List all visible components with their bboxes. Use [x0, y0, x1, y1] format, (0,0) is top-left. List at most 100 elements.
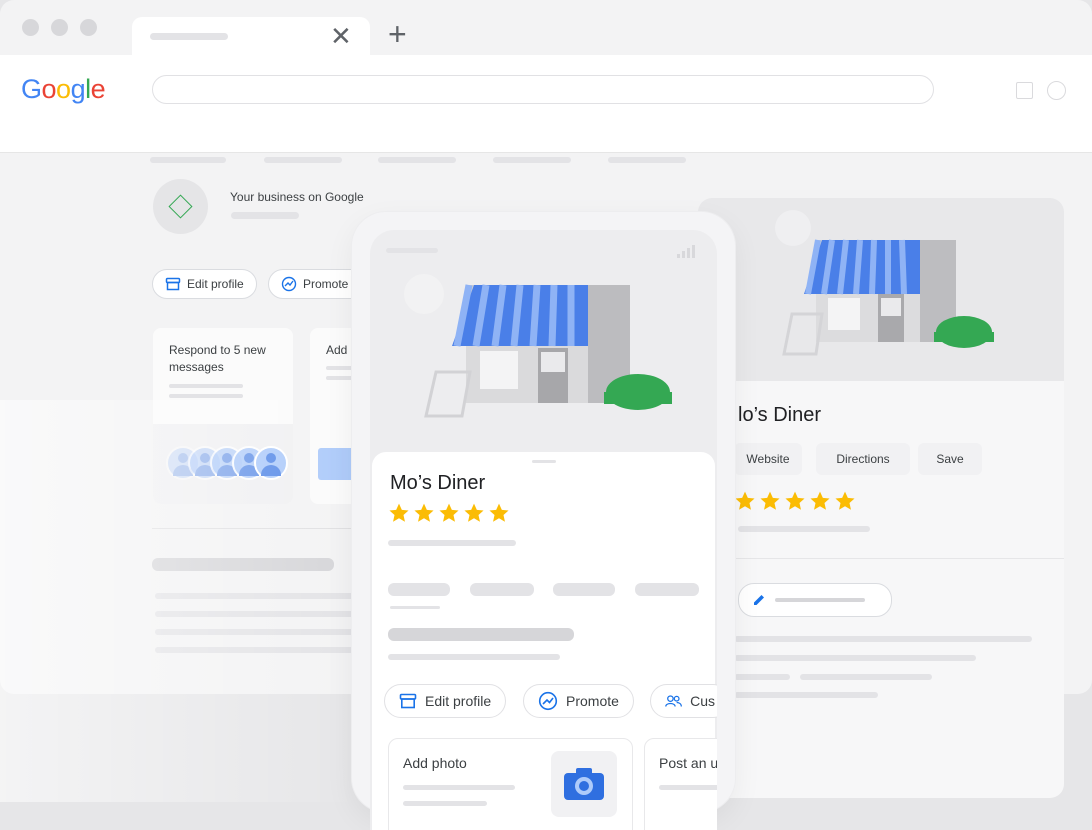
square-icon[interactable]: [1016, 82, 1033, 99]
text-placeholder: [388, 654, 560, 660]
star-icon: [810, 491, 830, 510]
text-placeholder: [734, 636, 1032, 642]
browser-tab[interactable]: ✕: [132, 17, 370, 55]
business-name: Mo’s Diner: [390, 472, 486, 494]
trending-up-icon: [538, 691, 558, 711]
text-placeholder: [390, 606, 440, 609]
tile-label: Add photo: [403, 755, 467, 771]
logo-letter: G: [21, 74, 42, 104]
tile-label: Post an u: [659, 755, 717, 771]
card-text: Add: [326, 343, 348, 357]
nav-placeholder: [608, 157, 686, 163]
text-placeholder: [775, 598, 865, 602]
post-update-tile[interactable]: Post an u: [644, 738, 717, 830]
business-heading: Your business on Google: [230, 190, 364, 204]
storefront-icon: [404, 274, 672, 418]
action-placeholder: [635, 583, 699, 596]
star-icon: [414, 503, 434, 522]
storefront-illustration: [698, 198, 1064, 381]
logo-letter: o: [41, 74, 57, 104]
text-placeholder: [169, 384, 243, 388]
star-icon: [489, 503, 509, 522]
text-placeholder: [734, 692, 878, 698]
text-placeholder: [659, 785, 717, 790]
phone-screen: Mo’s Diner Edit profile Promote Cus Add …: [370, 230, 717, 830]
chip-label: Promote: [566, 693, 619, 709]
edit-profile-chip[interactable]: Edit profile: [384, 684, 507, 718]
text-placeholder: [155, 629, 355, 635]
storefront-icon: [165, 277, 181, 291]
website-button[interactable]: Website: [734, 443, 802, 475]
action-placeholder: [388, 583, 450, 596]
promote-chip[interactable]: Promote: [523, 684, 634, 718]
star-rating: [734, 490, 859, 517]
star-rating: [388, 502, 513, 529]
star-icon: [760, 491, 780, 510]
logo-letter: o: [56, 74, 71, 104]
camera-icon: [564, 768, 604, 800]
text-placeholder: [738, 526, 870, 532]
window-control-minimize[interactable]: [51, 19, 68, 36]
card-text: Respond to 5 new messages: [169, 343, 266, 374]
customers-chip[interactable]: Cus: [650, 684, 717, 718]
diamond-icon: [168, 194, 193, 219]
subtitle-placeholder: [231, 212, 299, 219]
pencil-icon: [754, 595, 764, 605]
heading-placeholder: [388, 628, 574, 641]
star-icon: [439, 503, 459, 522]
star-icon: [464, 503, 484, 522]
window-control-close[interactable]: [22, 19, 39, 36]
phone-mockup: Mo’s Diner Edit profile Promote Cus Add …: [352, 212, 735, 830]
nav-placeholder: [264, 157, 342, 163]
divider: [152, 528, 362, 529]
browser-toolbar: Google: [0, 55, 1092, 163]
text-placeholder: [155, 647, 355, 653]
tab-title-placeholder: [150, 33, 228, 40]
nav-placeholder: [150, 157, 226, 163]
action-placeholder: [470, 583, 534, 596]
star-icon: [735, 491, 755, 510]
edit-profile-chip[interactable]: Edit profile: [152, 269, 257, 299]
chip-label: Edit profile: [187, 277, 244, 291]
chip-label: Cus: [690, 693, 715, 709]
text-placeholder: [169, 394, 243, 398]
drag-handle[interactable]: [532, 460, 556, 463]
google-logo: Google: [21, 74, 106, 105]
directions-button[interactable]: Directions: [816, 443, 910, 475]
business-avatar: [153, 179, 208, 234]
messages-card[interactable]: Respond to 5 new messages: [153, 328, 293, 504]
storefront-icon: [775, 210, 994, 356]
logo-letter: g: [70, 74, 86, 104]
new-tab-icon[interactable]: +: [388, 18, 407, 50]
nav-placeholder: [493, 157, 571, 163]
avatar: [254, 446, 288, 480]
chip-label: Edit profile: [425, 693, 492, 709]
avatar-stack: [166, 446, 291, 486]
text-placeholder: [734, 655, 976, 661]
business-listing-card: lo’s Diner Website Directions Save: [698, 198, 1064, 798]
suggest-edit-chip[interactable]: [738, 583, 892, 617]
business-name: lo’s Diner: [738, 404, 821, 426]
action-placeholder: [553, 583, 615, 596]
chip-label: Promote: [303, 277, 349, 291]
storefront-icon: [399, 693, 417, 709]
text-placeholder: [403, 785, 515, 790]
heading-placeholder: [152, 558, 334, 571]
address-bar[interactable]: [152, 75, 934, 104]
circle-icon[interactable]: [1047, 81, 1066, 100]
add-photo-tile[interactable]: Add photo: [388, 738, 633, 830]
text-placeholder: [734, 674, 790, 680]
logo-letter: e: [90, 74, 106, 104]
save-button[interactable]: Save: [918, 443, 982, 475]
people-icon: [665, 695, 682, 707]
window-control-maximize[interactable]: [80, 19, 97, 36]
text-placeholder: [388, 540, 516, 546]
trending-up-icon: [281, 276, 297, 292]
star-icon: [835, 491, 855, 510]
close-icon[interactable]: ✕: [330, 23, 352, 49]
star-icon: [389, 503, 409, 522]
text-placeholder: [155, 611, 355, 617]
star-icon: [785, 491, 805, 510]
camera-tile: [551, 751, 617, 817]
business-profile-card: Mo’s Diner Edit profile Promote Cus Add …: [372, 452, 717, 830]
